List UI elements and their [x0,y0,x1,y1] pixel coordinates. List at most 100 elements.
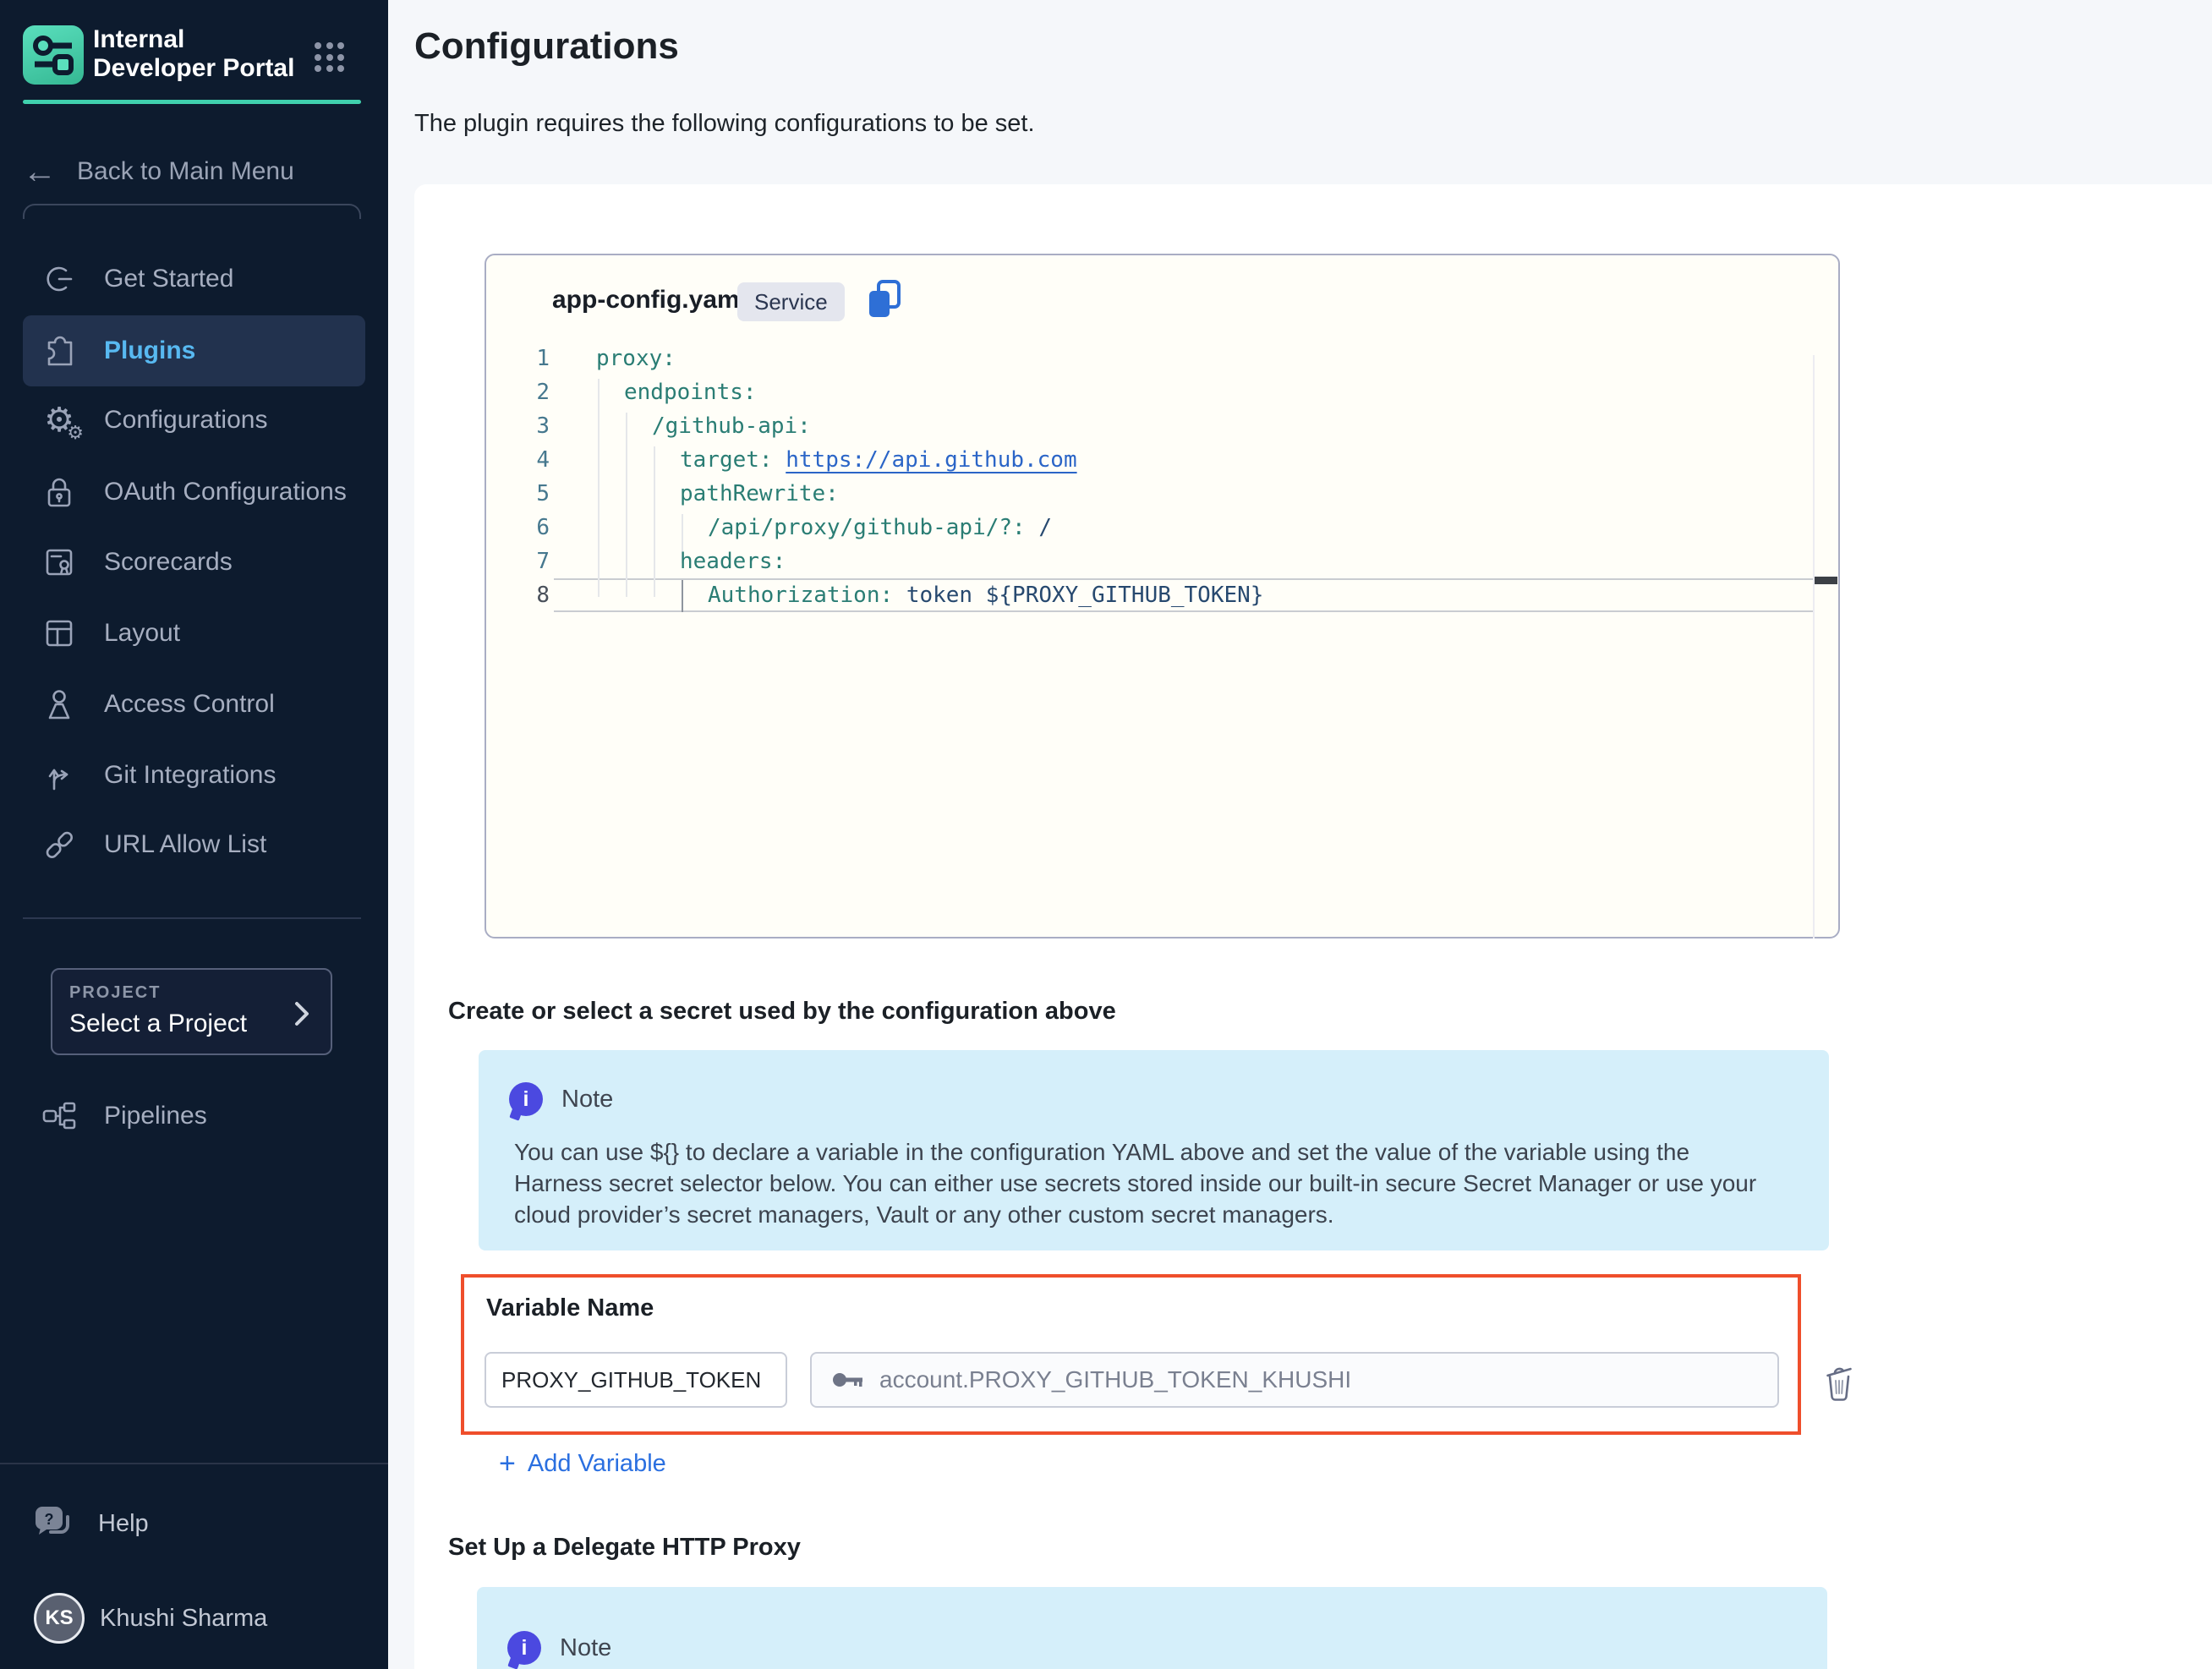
variable-name-value: PROXY_GITHUB_TOKEN [501,1367,761,1393]
key-icon [832,1369,864,1391]
get-started-icon [40,260,79,298]
service-badge: Service [737,282,845,321]
avatar[interactable]: KS [34,1593,85,1644]
line-number: 6 [486,515,550,540]
sidebar-item-pipelines[interactable]: Pipelines [23,1081,365,1152]
sidebar-item-layout[interactable]: Layout [23,598,365,669]
code-line[interactable]: 1 proxy: [486,342,1815,375]
sidebar-item-label: Scorecards [104,548,233,577]
main-content: Configurations The plugin requires the f… [388,0,2212,1669]
delegate-section-heading: Set Up a Delegate HTTP Proxy [448,1534,801,1562]
project-label: PROJECT [69,983,314,1003]
yaml-editor-card: app-config.yaml Service 1 proxy: [485,254,1840,938]
help-button[interactable]: ? Help [34,1503,149,1544]
yaml-key: endpoints: [624,380,757,405]
code-line[interactable]: 2 endpoints: [486,375,1815,409]
sidebar-divider [23,917,361,919]
sidebar-item-label: Git Integrations [104,761,276,790]
plugins-icon [40,331,79,370]
line-number: 3 [486,413,550,439]
yaml-value: / [1038,515,1052,540]
avatar-initials: KS [45,1606,73,1630]
line-number: 8 [486,583,550,608]
back-to-main-menu[interactable]: ← Back to Main Menu [23,148,361,195]
add-variable-label: Add Variable [528,1450,666,1478]
yaml-key: pathRewrite: [680,481,839,506]
help-label: Help [98,1510,149,1538]
user-name[interactable]: Khushi Sharma [100,1605,267,1633]
yaml-link-value[interactable]: https://api.github.com [786,447,1076,473]
line-number: 2 [486,380,550,405]
sidebar-item-scorecards[interactable]: Scorecards [23,527,365,598]
sidebar-item-get-started[interactable]: Get Started [23,244,365,315]
line-number: 5 [486,481,550,506]
content-card: app-config.yaml Service 1 proxy: [414,184,2212,1669]
sidebar-item-label: Layout [104,619,180,648]
help-icon: ? [34,1503,76,1544]
variable-name-input[interactable]: PROXY_GITHUB_TOKEN [485,1352,787,1408]
secret-section-heading: Create or select a secret used by the co… [448,998,1116,1026]
line-number: 7 [486,549,550,574]
app-title: Internal Developer Portal [93,25,304,83]
nav-frame-border [23,204,361,219]
sidebar-item-label: Get Started [104,265,233,293]
back-label: Back to Main Menu [77,157,294,186]
note-title: Note [560,1634,611,1662]
editor-scrollbar-thumb[interactable] [1815,577,1837,584]
yaml-key: /api/proxy/github-api/?: [708,515,1026,540]
sidebar-item-label: Configurations [104,406,267,435]
info-icon: i [507,1631,541,1665]
line-number: 1 [486,346,550,371]
app-grid-icon[interactable] [315,42,345,73]
variable-highlight-box: Variable Name PROXY_GITHUB_TOKEN account… [461,1274,1801,1435]
secret-selector[interactable]: account.PROXY_GITHUB_TOKEN_KHUSHI [810,1352,1779,1408]
info-icon: i [509,1082,543,1116]
sidebar-item-label: Plugins [104,337,195,365]
code-line[interactable]: 3 /github-api: [486,409,1815,443]
configurations-icon: ⚙⚙ [40,401,79,440]
note-title: Note [561,1086,613,1114]
project-selector[interactable]: PROJECT Select a Project [51,968,332,1055]
yaml-key: target: [680,447,773,473]
person-icon [40,685,79,724]
lock-icon [40,473,79,512]
code-line[interactable]: 6 /api/proxy/github-api/?: / [486,511,1815,544]
page-title: Configurations [414,25,679,68]
sidebar-item-git-integrations[interactable]: Git Integrations [23,740,365,811]
sidebar-item-oauth-configurations[interactable]: OAuth Configurations [23,457,365,528]
delete-variable-button[interactable] [1821,1363,1859,1404]
sliders-logo-icon [23,25,84,85]
line-number: 4 [486,447,550,473]
back-arrow-icon: ← [23,155,57,189]
app-logo[interactable] [23,25,84,85]
sidebar-item-configurations[interactable]: ⚙⚙ Configurations [23,385,365,456]
yaml-key: Authorization: [708,583,893,608]
editor-filename: app-config.yaml [552,286,747,315]
git-branch-icon [40,756,79,795]
pipelines-icon [40,1097,79,1135]
sidebar-item-access-control[interactable]: Access Control [23,669,365,740]
add-variable-button[interactable]: + Add Variable [499,1447,666,1480]
plus-icon: + [499,1447,516,1480]
page-subtitle: The plugin requires the following config… [414,110,1035,138]
code-line[interactable]: 7 headers: [486,544,1815,578]
link-icon [40,825,79,864]
sidebar: Internal Developer Portal ← Back to Main… [0,0,388,1669]
yaml-key: /github-api: [652,413,811,439]
sidebar-item-label: Access Control [104,690,275,719]
copy-icon[interactable] [865,279,906,321]
svg-text:?: ? [45,1511,54,1528]
note-box-secret: i Note You can use ${} to declare a vari… [479,1050,1829,1250]
yaml-value: token ${PROXY_GITHUB_TOKEN} [906,583,1264,608]
accent-divider [23,100,361,104]
sidebar-item-label: URL Allow List [104,830,266,859]
sidebar-bottom-divider [0,1463,388,1464]
note-body: You can use ${} to declare a variable in… [514,1136,1782,1230]
note-box-delegate: i Note [477,1587,1827,1669]
code-line[interactable]: 4 target: https://api.github.com [486,443,1815,477]
code-line[interactable]: 8 Authorization: token ${PROXY_GITHUB_TO… [486,578,1815,612]
sidebar-item-plugins[interactable]: Plugins [23,315,365,386]
sidebar-item-url-allow-list[interactable]: URL Allow List [23,809,365,880]
editor-scrollbar-track[interactable] [1813,355,1815,938]
code-line[interactable]: 5 pathRewrite: [486,477,1815,511]
